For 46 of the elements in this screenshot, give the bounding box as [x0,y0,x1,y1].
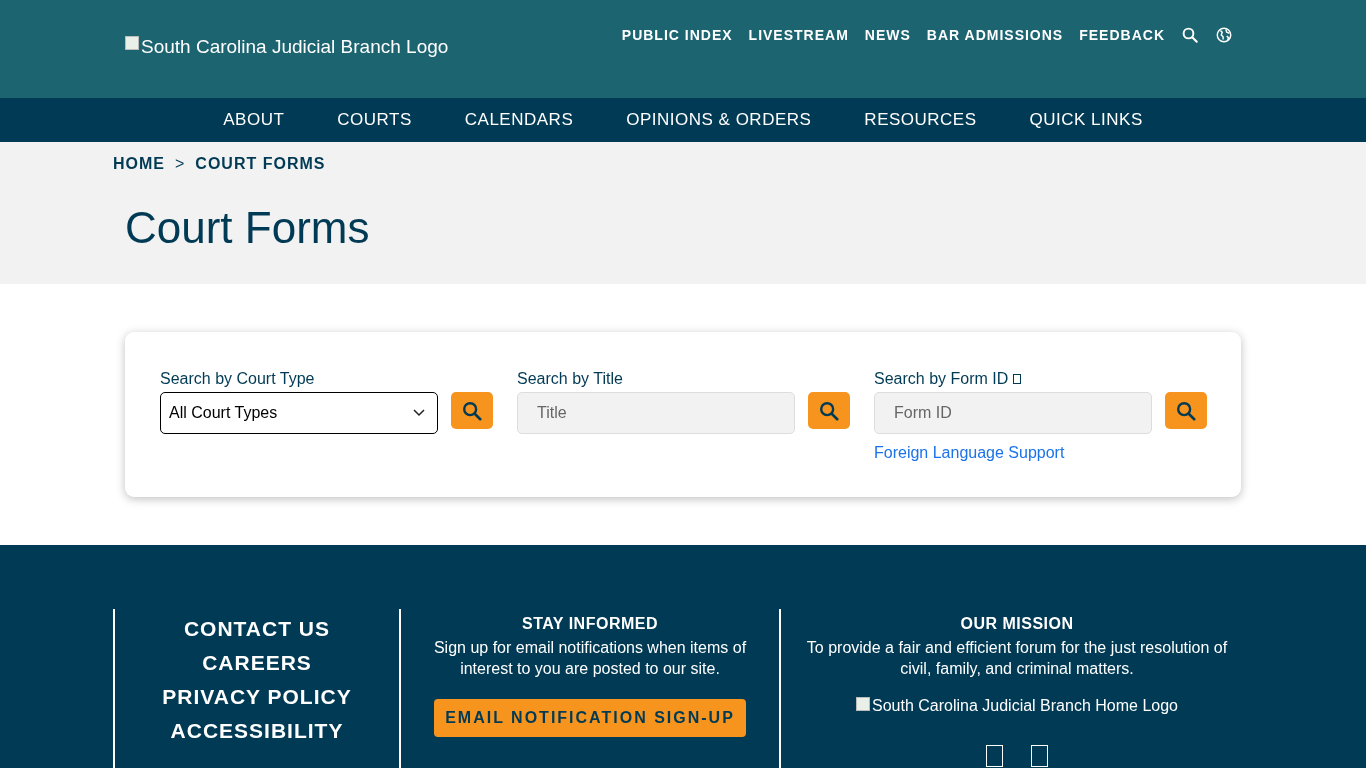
missing-glyph-icon[interactable] [1031,745,1048,767]
court-type-dropdown[interactable]: All Court Types [160,392,438,434]
section-text: Sign up for email notifications when items of interest to you are posted to our site. [432,638,748,679]
nav-link[interactable]: QUICK LINKS [1029,110,1143,130]
section-heading: OUR MISSION [959,615,1075,633]
nav-link[interactable]: OPINIONS & ORDERS [626,110,812,130]
utility-link[interactable]: PUBLIC INDEX [621,27,733,43]
globe-icon[interactable] [1215,26,1233,44]
broken-image-icon [856,697,870,711]
breadcrumb-link[interactable]: COURT FORMS [195,155,326,173]
search-icon [1175,399,1197,422]
chevron-down-icon [413,409,425,417]
search-button[interactable] [808,392,850,429]
broken-image-icon [125,36,139,50]
utility-link[interactable]: FEEDBACK [1079,27,1165,43]
search-button[interactable] [451,392,493,429]
nav-link[interactable]: ABOUT [223,110,285,130]
search-button[interactable] [1165,392,1207,429]
footer-link[interactable]: PRIVACY POLICY [162,685,352,709]
utility-link[interactable]: NEWS [864,27,911,43]
utility-link[interactable]: LIVESTREAM [748,27,849,43]
field-label: Search by Form ID [874,370,1009,388]
page-title: Court Forms [125,203,371,253]
search-input-field[interactable]: Title [517,392,795,434]
section-heading: STAY INFORMED [521,615,659,633]
search-icon [461,399,483,422]
search-input-field[interactable]: Form ID [874,392,1152,434]
section-text: To provide a fair and efficient forum for the just resolution of civil, family, and criminal matters. [805,638,1229,679]
footer-link[interactable]: CONTACT US [183,617,331,641]
field-label: Search by Title [517,370,623,388]
footer-link[interactable]: CAREERS [202,651,312,675]
foreign-language-link[interactable]: Foreign Language Support [874,444,1065,462]
missing-glyph-icon[interactable] [986,745,1003,767]
breadcrumb-separator: > [175,155,186,173]
nav-link[interactable]: COURTS [337,110,412,130]
utility-link[interactable]: BAR ADMISSIONS [926,27,1064,43]
search-icon[interactable] [1181,26,1199,44]
nav-link[interactable]: CALENDARS [464,110,574,130]
nav-link[interactable]: RESOURCES [864,110,977,130]
footer-link[interactable]: ACCESSIBILITY [170,719,344,743]
field-label: Search by Court Type [160,370,315,388]
email-signup-button[interactable]: EMAIL NOTIFICATION SIGN-UP [434,699,746,737]
search-icon [818,399,840,422]
breadcrumb-link[interactable]: HOME [113,155,165,173]
logo-alt-text[interactable]: South Carolina Judicial Branch Home Logo [872,697,1178,715]
logo-alt-text[interactable]: South Carolina Judicial Branch Logo [141,36,449,58]
